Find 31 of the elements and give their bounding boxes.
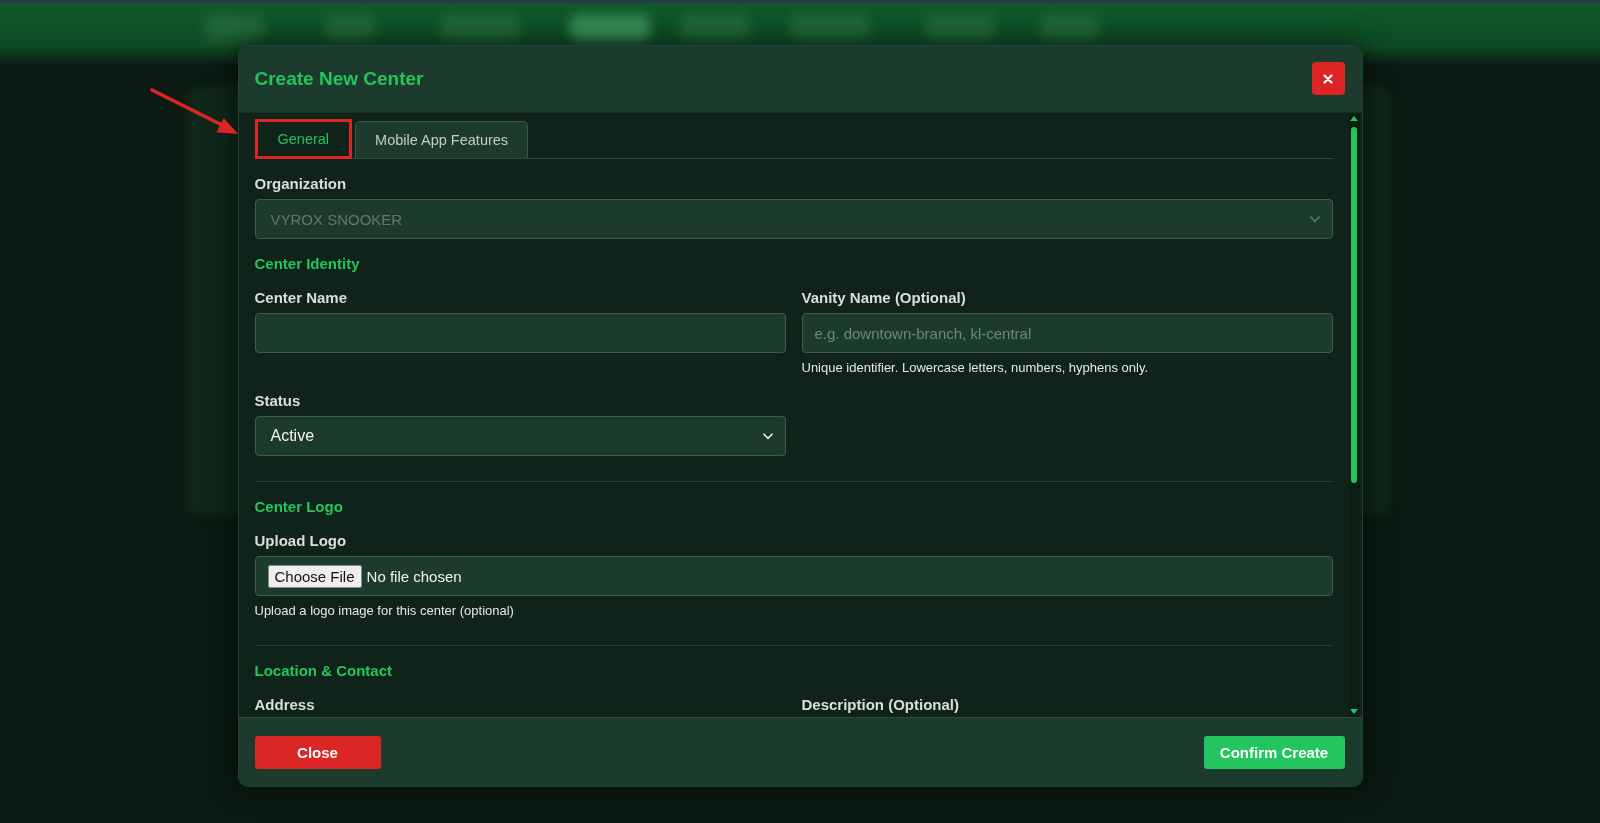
scroll-down-icon[interactable]	[1350, 709, 1358, 714]
tab[interactable]: Mobile App Features	[355, 121, 529, 158]
close-button[interactable]	[1311, 62, 1345, 95]
scrollbar[interactable]	[1348, 113, 1360, 717]
close-icon	[1323, 73, 1333, 84]
field-label: Vanity Name (Optional)	[801, 289, 966, 307]
text-field[interactable]: e.g. downtown-branch, kl-central	[801, 313, 1333, 353]
section-heading: Center Logo	[254, 497, 343, 517]
section-heading: Center Identity	[254, 254, 360, 274]
chevron-down-icon	[1309, 215, 1320, 223]
dialog-title: Create New Center	[254, 68, 424, 90]
file-field[interactable]: Choose File No file chosen	[254, 556, 1333, 596]
scrollbar-thumb[interactable]	[1351, 127, 1357, 483]
file-status-text: No file chosen	[366, 567, 462, 585]
field-label: Status	[254, 392, 301, 410]
select-field: VYROX SNOOKER	[254, 199, 1333, 239]
field-label: Description (Optional)	[801, 696, 959, 714]
field-label: Center Name	[254, 289, 348, 307]
field-label: Organization	[254, 175, 347, 193]
chevron-down-icon	[762, 432, 773, 440]
close-button[interactable]: Close	[254, 735, 381, 769]
select-field[interactable]: Active	[254, 416, 786, 456]
field-label: Address	[254, 696, 315, 714]
field-hint: Unique identifier. Lowercase letters, numbers, hyphens only.	[801, 359, 1149, 377]
section-heading: Location & Contact	[254, 661, 392, 681]
choose-file-button[interactable]: Choose File	[267, 564, 362, 588]
scroll-up-icon[interactable]	[1350, 116, 1358, 121]
field-hint: Upload a logo image for this center (optional)	[254, 602, 514, 620]
field-label: Upload Logo	[254, 532, 347, 550]
tab[interactable]: General	[254, 119, 353, 159]
text-field[interactable]	[254, 313, 786, 353]
